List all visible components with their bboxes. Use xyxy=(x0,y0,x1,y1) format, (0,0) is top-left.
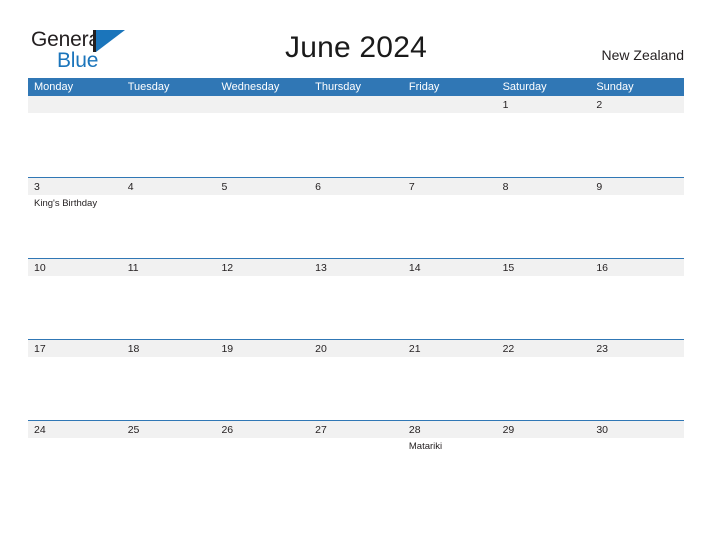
day-number: 8 xyxy=(502,181,509,193)
day-number: 1 xyxy=(502,99,509,111)
day-number: 23 xyxy=(596,343,608,355)
day-number: 22 xyxy=(502,343,515,355)
calendar-page: General Blue June 2024 New Zealand Monda… xyxy=(0,0,712,550)
calendar-day-cell-empty xyxy=(403,96,497,177)
calendar-day-cell-29[interactable]: 29 xyxy=(497,421,591,501)
calendar-day-cell-30[interactable]: 30 xyxy=(590,421,684,501)
calendar-day-cell-25[interactable]: 25 xyxy=(122,421,216,501)
day-number: 17 xyxy=(34,343,46,355)
calendar-day-cell-14[interactable]: 14 xyxy=(403,259,497,339)
calendar-day-cell-18[interactable]: 18 xyxy=(122,340,216,420)
day-number: 16 xyxy=(596,262,608,274)
calendar-day-cell-19[interactable]: 19 xyxy=(215,340,309,420)
day-number: 7 xyxy=(408,181,415,193)
calendar-day-cell-2[interactable]: 2 xyxy=(590,96,684,177)
day-number: 20 xyxy=(315,343,327,355)
day-number: 14 xyxy=(408,262,421,274)
calendar-day-cell-26[interactable]: 26 xyxy=(215,421,309,501)
calendar-day-cell-empty xyxy=(309,96,403,177)
calendar-day-cell-8[interactable]: 8 xyxy=(497,178,591,258)
holiday-event: Matariki xyxy=(408,441,443,452)
day-number: 5 xyxy=(221,181,228,193)
calendar-week-row: 10 11 12 13 14 15 16 xyxy=(28,258,684,339)
day-number: 27 xyxy=(315,424,327,436)
calendar-day-cell-11[interactable]: 11 xyxy=(122,259,216,339)
day-number: 19 xyxy=(221,343,234,355)
calendar-weeks: 1 2 3 King's Birthday 4 5 6 7 8 9 10 11 12 13 14 15 16 17… xyxy=(28,96,684,501)
calendar-day-cell-10[interactable]: 10 xyxy=(28,259,122,339)
calendar-day-cell-15[interactable]: 15 xyxy=(497,259,591,339)
calendar-week-row: 12 xyxy=(28,96,684,177)
weekday-header-sunday: Sunday xyxy=(596,81,634,93)
calendar-week-row: 17 18 19 20 21 22 23 xyxy=(28,339,684,420)
calendar-day-cell-12[interactable]: 12 xyxy=(215,259,309,339)
country-label: New Zealand xyxy=(601,47,685,63)
day-number: 15 xyxy=(502,262,515,274)
calendar-day-cell-5[interactable]: 5 xyxy=(215,178,309,258)
day-number: 6 xyxy=(315,181,321,193)
day-number: 26 xyxy=(221,424,234,436)
calendar-day-cell-24[interactable]: 24 xyxy=(28,421,122,501)
day-number: 10 xyxy=(34,262,46,274)
calendar-day-cell-empty xyxy=(28,96,122,177)
day-number: 29 xyxy=(502,424,515,436)
calendar-day-cell-7[interactable]: 7 xyxy=(403,178,497,258)
day-number: 30 xyxy=(596,424,608,436)
day-number: 28 xyxy=(408,424,421,436)
day-number: 13 xyxy=(315,262,327,274)
calendar-day-cell-4[interactable]: 4 xyxy=(122,178,216,258)
calendar-day-cell-28[interactable]: 28 Matariki xyxy=(403,421,497,501)
day-number: 12 xyxy=(221,262,234,274)
weekday-header-saturday: Saturday xyxy=(502,81,547,93)
calendar-week-row: 3 King's Birthday 4 5 6 7 8 9 xyxy=(28,177,684,258)
weekday-header-friday: Friday xyxy=(408,81,440,93)
day-number: 4 xyxy=(127,181,134,193)
day-number: 25 xyxy=(127,424,140,436)
calendar-day-cell-empty xyxy=(122,96,216,177)
day-number: 2 xyxy=(596,99,603,111)
calendar-day-cell-21[interactable]: 21 xyxy=(403,340,497,420)
day-number: 18 xyxy=(127,343,140,355)
weekday-header-thursday: Thursday xyxy=(315,81,362,93)
weekday-header-monday: Monday xyxy=(34,81,74,93)
calendar-day-cell-22[interactable]: 22 xyxy=(497,340,591,420)
calendar-day-cell-27[interactable]: 27 xyxy=(309,421,403,501)
day-number: 24 xyxy=(34,424,46,436)
calendar-day-cell-23[interactable]: 23 xyxy=(590,340,684,420)
day-events: King's Birthday xyxy=(34,198,122,210)
calendar-day-cell-13[interactable]: 13 xyxy=(309,259,403,339)
day-number: 9 xyxy=(596,181,603,193)
calendar-week-row: 24 25 26 27 28 Matariki 29 30 xyxy=(28,420,684,501)
day-number: 21 xyxy=(408,343,421,355)
calendar-grid: Monday Tuesday Wednesday Thursday Friday Satu… xyxy=(28,78,684,501)
calendar-day-cell-empty xyxy=(215,96,309,177)
calendar-day-cell-16[interactable]: 16 xyxy=(590,259,684,339)
calendar-day-cell-17[interactable]: 17 xyxy=(28,340,122,420)
calendar-day-cell-1[interactable]: 1 xyxy=(497,96,591,177)
weekday-header-row: Monday Tuesday Wednesday Thursday Friday Satu… xyxy=(28,78,684,96)
weekday-header-tuesday: Tuesday xyxy=(127,81,170,93)
day-events: Matariki xyxy=(409,441,497,453)
day-number: 11 xyxy=(127,262,139,274)
holiday-event: King's Birthday xyxy=(34,198,98,209)
calendar-day-cell-20[interactable]: 20 xyxy=(309,340,403,420)
calendar-day-cell-3[interactable]: 3 King's Birthday xyxy=(28,178,122,258)
calendar-day-cell-6[interactable]: 6 xyxy=(309,178,403,258)
weekday-header-wednesday: Wednesday xyxy=(221,81,280,93)
calendar-day-cell-9[interactable]: 9 xyxy=(590,178,684,258)
page-header: General Blue June 2024 New Zealand xyxy=(0,0,712,78)
day-number: 3 xyxy=(34,181,40,193)
